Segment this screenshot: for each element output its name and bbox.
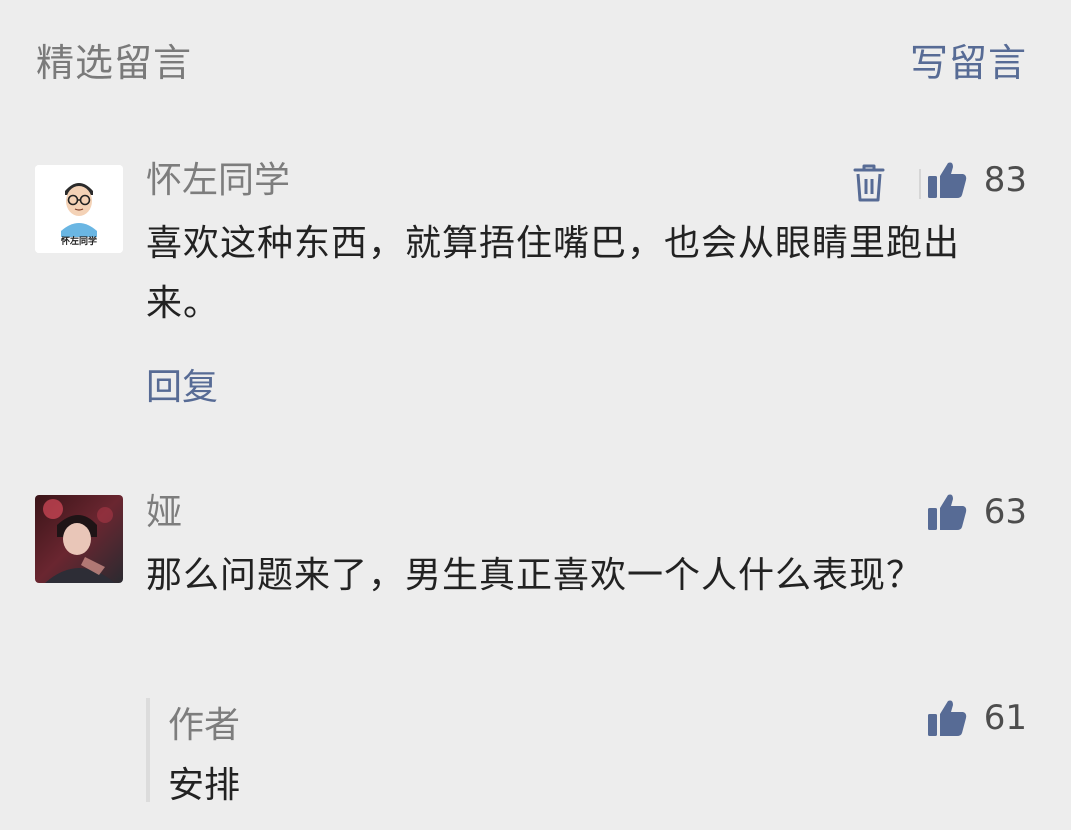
thumbs-up-icon xyxy=(926,160,968,200)
thumbs-up-icon xyxy=(926,698,968,738)
like-button[interactable]: 63 xyxy=(926,492,1027,532)
trash-icon[interactable] xyxy=(849,160,889,208)
comment-content: 喜欢这种东西，就算捂住嘴巴，也会从眼睛里跑出来。 xyxy=(146,223,961,324)
author-reply: 作者 61 安排 xyxy=(146,698,1027,806)
like-button[interactable]: 61 xyxy=(926,698,1027,738)
comment-nickname: 怀左同学 xyxy=(146,160,291,201)
featured-comments-title: 精选留言 xyxy=(36,40,193,85)
action-divider xyxy=(919,169,921,199)
comment-actions xyxy=(849,160,921,208)
avatar[interactable]: 怀左同学 xyxy=(35,165,123,253)
comments-header: 精选留言 写留言 xyxy=(36,32,1027,87)
like-count: 63 xyxy=(983,492,1027,532)
like-count: 61 xyxy=(983,698,1027,738)
avatar[interactable] xyxy=(35,495,123,583)
thumbs-up-icon xyxy=(926,492,968,532)
author-reply-content: 安排 xyxy=(168,765,241,806)
avatar-photo-icon xyxy=(35,495,123,583)
like-button[interactable]: 83 xyxy=(926,160,1027,200)
reply-button[interactable]: 回复 xyxy=(146,358,218,410)
write-comment-button[interactable]: 写留言 xyxy=(910,32,1027,87)
like-count: 83 xyxy=(983,160,1027,200)
author-label: 作者 xyxy=(168,705,241,746)
comment-content: 那么问题来了，男生真正喜欢一个人什么表现？ xyxy=(146,555,924,596)
comment-nickname: 娅 xyxy=(146,492,183,533)
avatar-caption: 怀左同学 xyxy=(60,237,97,247)
